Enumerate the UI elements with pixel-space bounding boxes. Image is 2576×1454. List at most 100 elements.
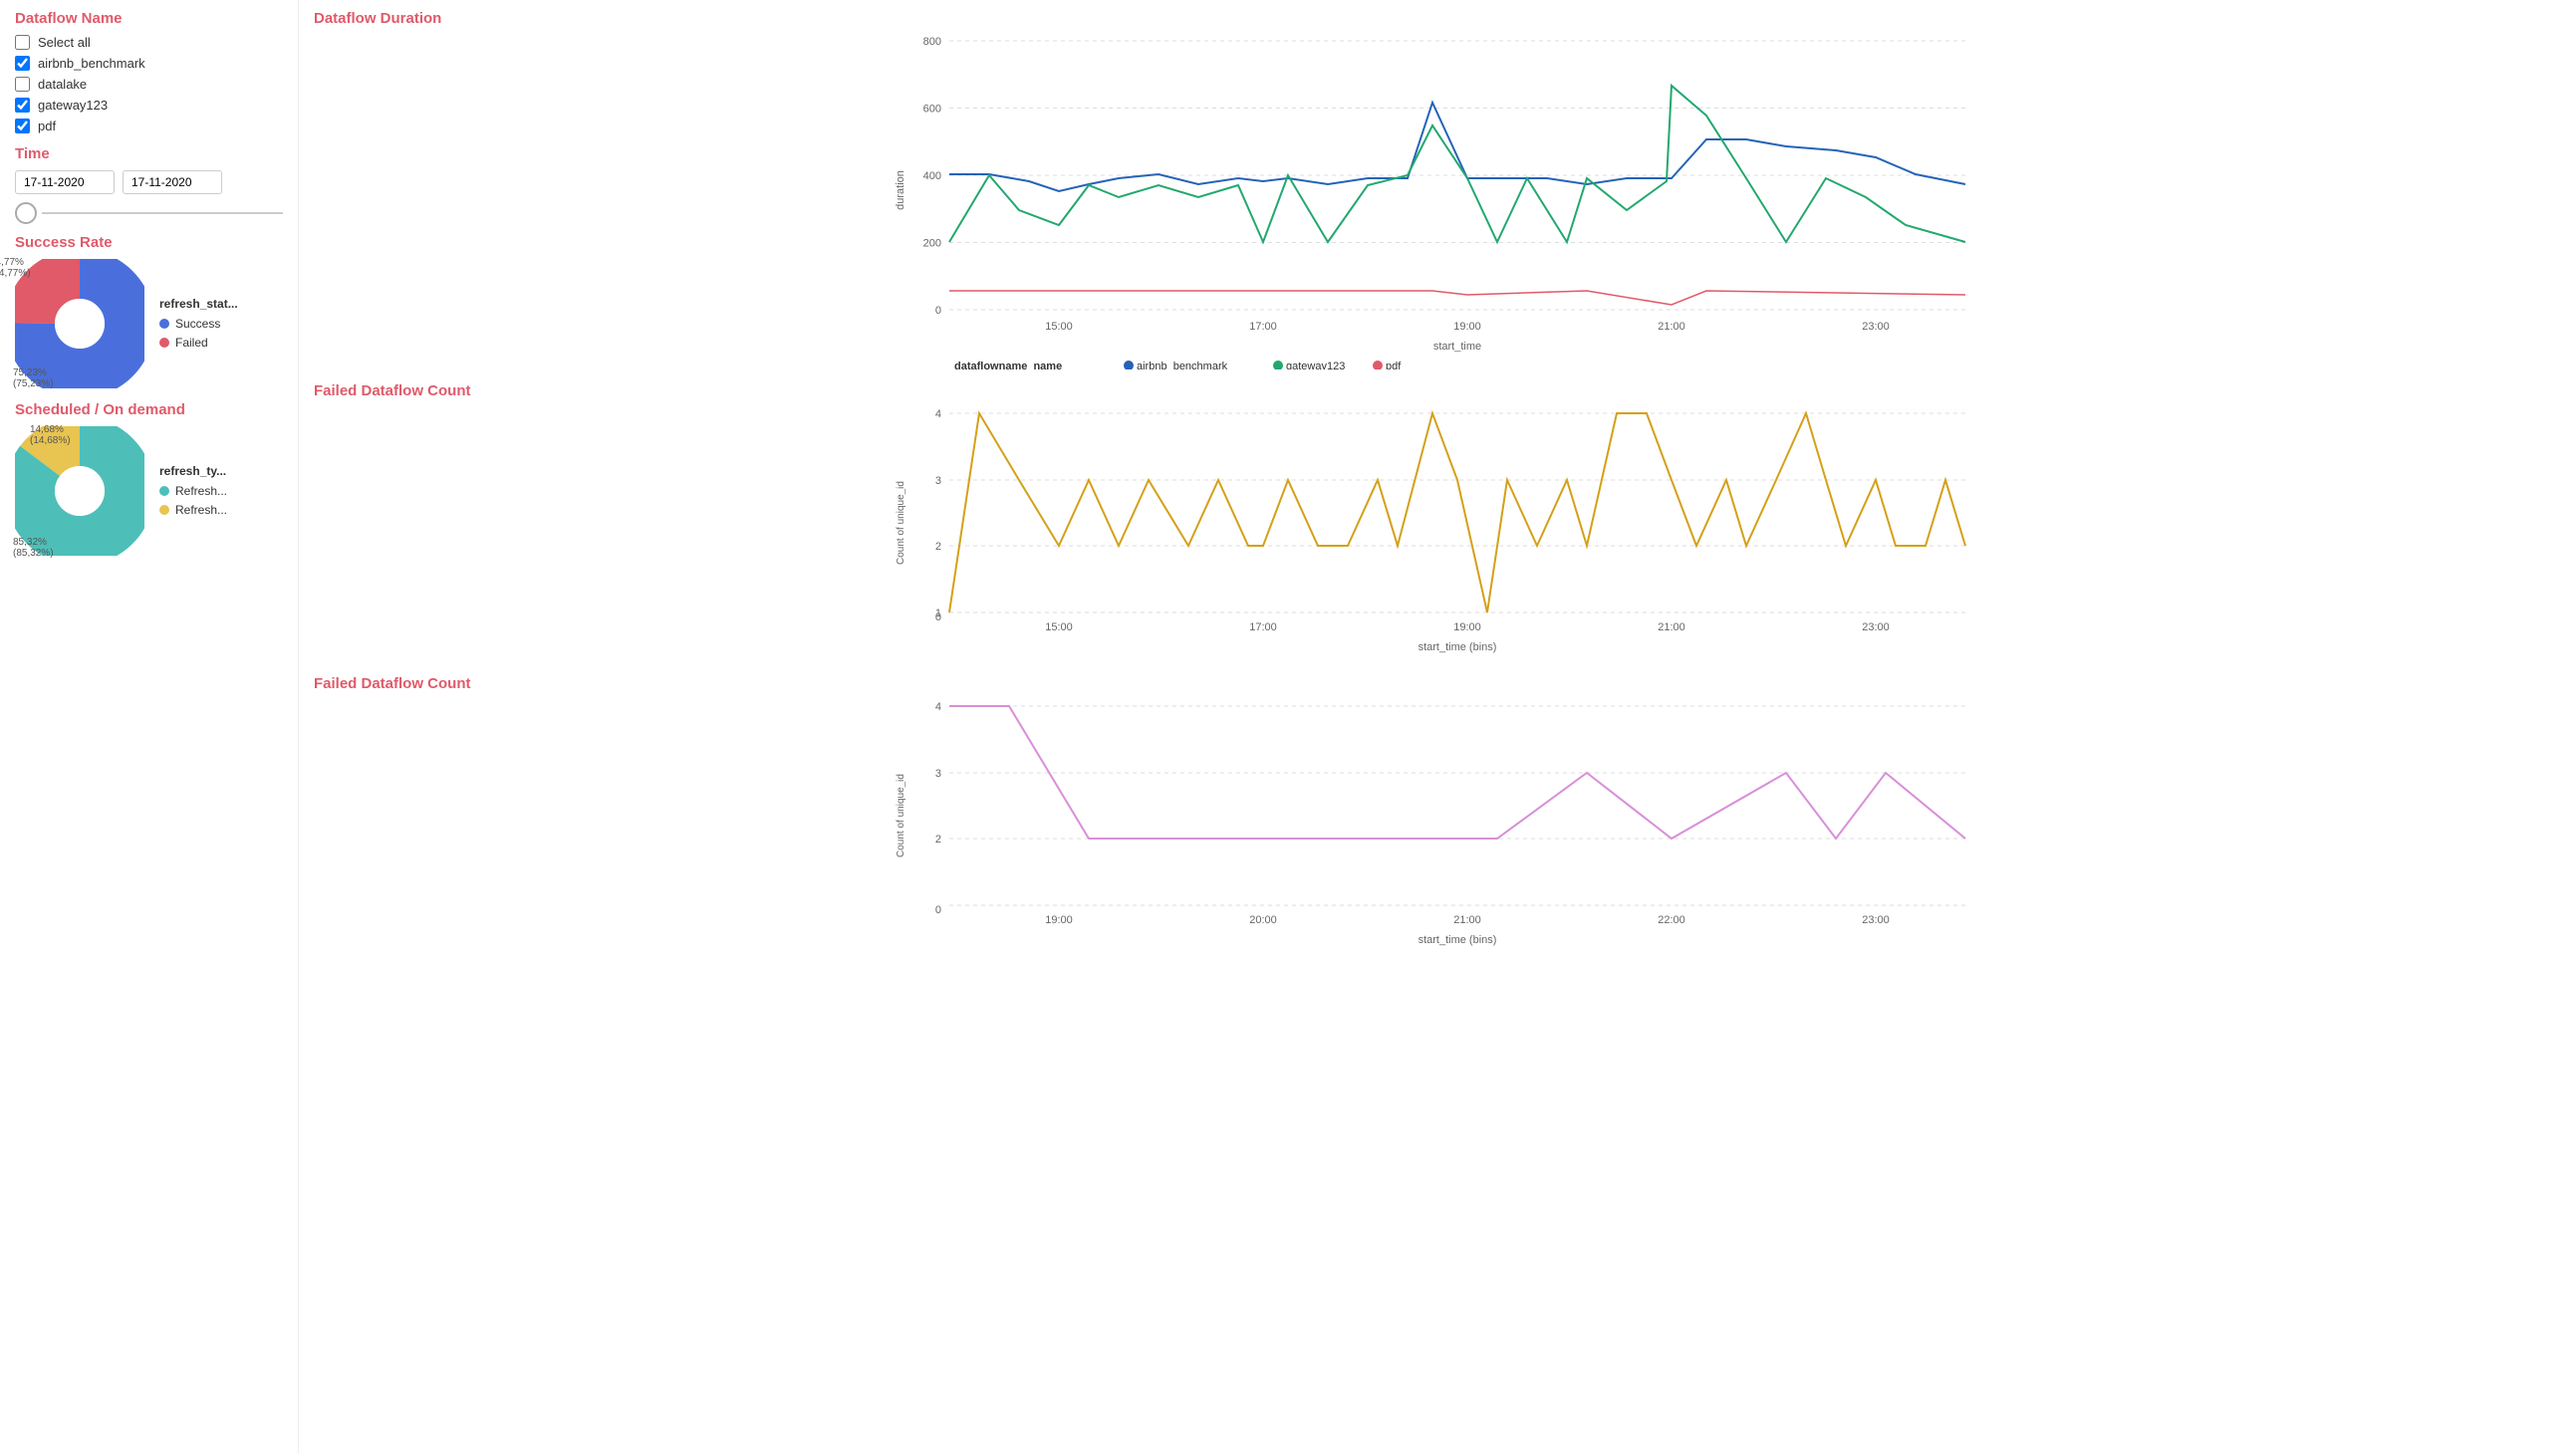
slider-track[interactable] <box>42 212 283 214</box>
svg-text:start_time: start_time <box>1433 341 1481 353</box>
datalake-checkbox[interactable] <box>15 77 30 92</box>
scheduled-legend-title: refresh_ty... <box>159 464 227 478</box>
success-rate-title: Success Rate <box>15 234 283 251</box>
scheduled-legend: refresh_ty... Refresh... Refresh... <box>159 464 227 522</box>
svg-text:23:00: 23:00 <box>1862 621 1890 633</box>
svg-text:23:00: 23:00 <box>1862 321 1890 333</box>
failed-count-2-block: Failed Dataflow Count 4 3 2 0 Count of u… <box>314 675 2561 958</box>
success-legend-success-label: Success <box>175 317 220 331</box>
success-rate-section: Success Rate 24,77%(24,77%) 75,23%(75,23… <box>15 234 283 391</box>
scheduled-yellow-label: 14,68%(14,68%) <box>30 424 71 446</box>
svg-text:0: 0 <box>935 904 941 916</box>
time-section-title: Time <box>15 145 283 162</box>
scheduled-container: 14,68%(14,68%) 85,32%(85,32%) refresh_ty… <box>15 426 283 559</box>
success-rate-legend: refresh_stat... Success Failed <box>159 297 238 355</box>
yellow-dot <box>159 505 169 515</box>
scheduled-teal-label: 85,32%(85,32%) <box>13 537 54 559</box>
gateway-item[interactable]: gateway123 <box>15 98 283 113</box>
datalake-item[interactable]: datalake <box>15 77 283 92</box>
success-dot <box>159 319 169 329</box>
svg-text:23:00: 23:00 <box>1862 914 1890 926</box>
success-rate-container: 24,77%(24,77%) 75,23%(75,23%) refresh_st… <box>15 259 283 391</box>
airbnb-checkbox[interactable] <box>15 56 30 71</box>
time-slider <box>15 202 283 224</box>
airbnb-label: airbnb_benchmark <box>38 56 145 71</box>
select-all-label: Select all <box>38 35 91 50</box>
failed-count-2-title: Failed Dataflow Count <box>314 675 2561 692</box>
slider-thumb[interactable] <box>15 202 37 224</box>
svg-text:3: 3 <box>935 475 941 487</box>
svg-text:19:00: 19:00 <box>1045 914 1073 926</box>
svg-text:2: 2 <box>935 541 941 553</box>
svg-text:17:00: 17:00 <box>1249 321 1277 333</box>
success-rate-pie-wrapper: 24,77%(24,77%) 75,23%(75,23%) <box>15 259 144 391</box>
svg-text:20:00: 20:00 <box>1249 914 1277 926</box>
select-all-checkbox[interactable] <box>15 35 30 50</box>
sidebar: Dataflow Name Select all airbnb_benchmar… <box>0 0 299 1454</box>
time-section: Time <box>15 145 283 224</box>
failed-label: 24,77%(24,77%) <box>0 257 31 279</box>
svg-text:400: 400 <box>923 170 941 182</box>
failed-count-2-chart: 4 3 2 0 Count of unique_id 19:00 20:00 2… <box>314 696 2561 955</box>
refresh1-label: Refresh... <box>175 484 227 498</box>
svg-text:dataflowname_name: dataflowname_name <box>954 361 1062 369</box>
gateway-checkbox[interactable] <box>15 98 30 113</box>
airbnb-item[interactable]: airbnb_benchmark <box>15 56 283 71</box>
main-content: Dataflow Duration 800 600 400 200 0 dura… <box>299 0 2576 1454</box>
date-start-input[interactable] <box>15 170 115 194</box>
svg-text:21:00: 21:00 <box>1453 914 1481 926</box>
svg-text:Count of unique_id: Count of unique_id <box>896 774 906 857</box>
svg-text:21:00: 21:00 <box>1658 321 1685 333</box>
pdf-label: pdf <box>38 119 56 133</box>
dataflow-duration-title: Dataflow Duration <box>314 10 2561 27</box>
pdf-item[interactable]: pdf <box>15 119 283 133</box>
refresh2-label: Refresh... <box>175 503 227 517</box>
success-legend-failed-label: Failed <box>175 336 208 350</box>
svg-text:3: 3 <box>935 768 941 780</box>
svg-text:4: 4 <box>935 701 941 713</box>
svg-text:0: 0 <box>935 611 941 623</box>
scheduled-legend-refresh2: Refresh... <box>159 503 227 517</box>
datalake-label: datalake <box>38 77 87 92</box>
failed-count-1-title: Failed Dataflow Count <box>314 382 2561 399</box>
select-all-item[interactable]: Select all <box>15 35 283 50</box>
scheduled-section: Scheduled / On demand 14,68%(14,68%) 85,… <box>15 401 283 559</box>
success-legend-success: Success <box>159 317 238 331</box>
svg-text:800: 800 <box>923 36 941 48</box>
svg-text:4: 4 <box>935 408 941 420</box>
svg-text:0: 0 <box>935 305 941 317</box>
teal-dot <box>159 486 169 496</box>
svg-text:15:00: 15:00 <box>1045 321 1073 333</box>
svg-text:airbnb_benchmark: airbnb_benchmark <box>1137 361 1228 369</box>
date-end-input[interactable] <box>123 170 222 194</box>
svg-text:15:00: 15:00 <box>1045 621 1073 633</box>
gateway-label: gateway123 <box>38 98 108 113</box>
failed-count-1-chart: 4 3 2 1 0 Count of unique_id 15:00 17:00… <box>314 403 2561 662</box>
failed-dot <box>159 338 169 348</box>
svg-text:2: 2 <box>935 834 941 846</box>
success-legend-title: refresh_stat... <box>159 297 238 311</box>
svg-text:19:00: 19:00 <box>1453 621 1481 633</box>
date-inputs <box>15 170 283 194</box>
svg-text:gateway123: gateway123 <box>1286 361 1345 369</box>
scheduled-pie-wrapper: 14,68%(14,68%) 85,32%(85,32%) <box>15 426 144 559</box>
pdf-checkbox[interactable] <box>15 119 30 133</box>
svg-text:22:00: 22:00 <box>1658 914 1685 926</box>
success-label: 75,23%(75,23%) <box>13 367 54 389</box>
svg-text:17:00: 17:00 <box>1249 621 1277 633</box>
dataflow-duration-chart: 800 600 400 200 0 duration 15:00 17:00 1… <box>314 31 2561 369</box>
dataflow-section-title: Dataflow Name <box>15 10 283 27</box>
failed-count-1-block: Failed Dataflow Count 4 3 2 1 0 Count of… <box>314 382 2561 665</box>
svg-text:start_time (bins): start_time (bins) <box>1418 641 1497 653</box>
svg-text:21:00: 21:00 <box>1658 621 1685 633</box>
svg-text:pdf: pdf <box>1386 361 1402 369</box>
svg-text:200: 200 <box>923 238 941 250</box>
svg-text:Count of unique_id: Count of unique_id <box>896 481 906 565</box>
scheduled-legend-refresh1: Refresh... <box>159 484 227 498</box>
svg-text:start_time (bins): start_time (bins) <box>1418 934 1497 946</box>
svg-text:19:00: 19:00 <box>1453 321 1481 333</box>
dataflow-duration-block: Dataflow Duration 800 600 400 200 0 dura… <box>314 10 2561 372</box>
scheduled-title: Scheduled / On demand <box>15 401 283 418</box>
svg-text:600: 600 <box>923 104 941 116</box>
svg-text:duration: duration <box>895 170 906 210</box>
